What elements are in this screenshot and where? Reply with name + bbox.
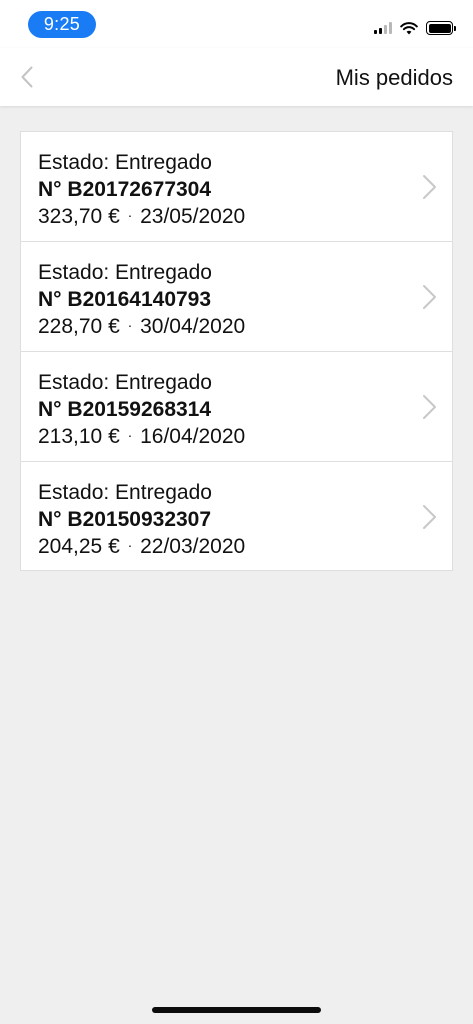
- chevron-right-icon: [423, 175, 436, 199]
- separator-dot: ·: [127, 427, 133, 443]
- status-time: 9:25: [28, 11, 96, 38]
- chevron-right-icon: [423, 395, 436, 419]
- order-number: N° B20159268314: [38, 398, 212, 421]
- separator-dot: ·: [127, 207, 133, 223]
- orders-list: Estado: Entregado N° B20172677304 323,70…: [20, 131, 453, 571]
- order-date: 23/05/2020: [140, 205, 246, 228]
- status-icons: [374, 20, 456, 36]
- status-bar: 9:25: [0, 0, 473, 48]
- cellular-signal-icon: [374, 22, 392, 34]
- battery-icon: [426, 21, 456, 35]
- order-item[interactable]: Estado: Entregado N° B20159268314 213,10…: [21, 352, 452, 462]
- separator-dot: ·: [127, 317, 133, 333]
- order-amount: 213,10 €: [38, 425, 120, 448]
- order-amount: 204,25 €: [38, 535, 120, 558]
- order-amount: 228,70 €: [38, 315, 120, 338]
- navigation-bar: Mis pedidos: [0, 48, 473, 106]
- chevron-right-icon: [423, 505, 436, 529]
- chevron-left-icon: [21, 66, 33, 88]
- order-status: Estado: Entregado: [38, 371, 212, 394]
- order-amount: 323,70 €: [38, 205, 120, 228]
- order-item[interactable]: Estado: Entregado N° B20164140793 228,70…: [21, 242, 452, 352]
- chevron-right-icon: [423, 285, 436, 309]
- order-meta: 204,25 € · 22/03/2020: [38, 533, 452, 562]
- order-number: N° B20164140793: [38, 288, 212, 311]
- order-date: 16/04/2020: [140, 425, 246, 448]
- order-status: Estado: Entregado: [38, 261, 212, 284]
- order-date: 30/04/2020: [140, 315, 246, 338]
- order-status: Estado: Entregado: [38, 151, 212, 174]
- order-number: N° B20150932307: [38, 508, 212, 531]
- order-meta: 228,70 € · 30/04/2020: [38, 313, 452, 342]
- back-button[interactable]: [12, 62, 42, 92]
- order-number: N° B20172677304: [38, 178, 212, 201]
- order-status: Estado: Entregado: [38, 481, 212, 504]
- order-meta: 213,10 € · 16/04/2020: [38, 423, 452, 452]
- separator-dot: ·: [127, 537, 133, 553]
- order-item[interactable]: Estado: Entregado N° B20150932307 204,25…: [21, 462, 452, 570]
- order-meta: 323,70 € · 23/05/2020: [38, 203, 452, 232]
- wifi-icon: [400, 21, 418, 34]
- order-item[interactable]: Estado: Entregado N° B20172677304 323,70…: [21, 132, 452, 242]
- home-indicator[interactable]: [152, 1007, 321, 1013]
- order-date: 22/03/2020: [140, 535, 246, 558]
- page-title: Mis pedidos: [335, 65, 453, 90]
